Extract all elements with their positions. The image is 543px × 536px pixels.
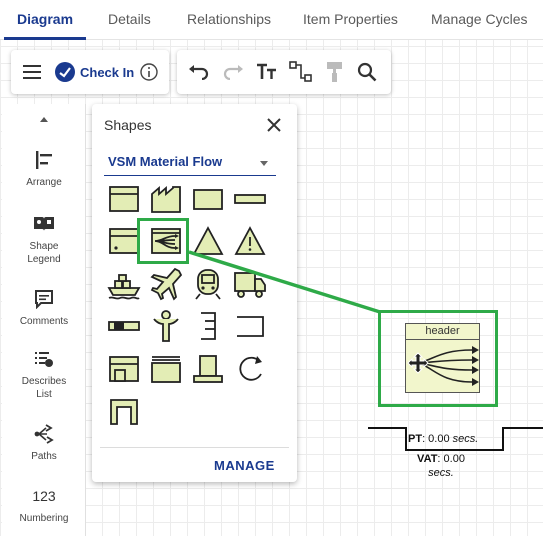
edit-toolbar (177, 50, 391, 94)
operator-icon (153, 310, 179, 342)
process-time-label: PT: 0.00 secs. (408, 433, 479, 445)
move-cursor-icon (407, 352, 429, 374)
arrange-icon (2, 148, 86, 172)
tab-manage-cycles[interactable]: Manage Cycles (431, 11, 528, 27)
inventory-triangle-icon (192, 226, 224, 255)
sidebar-item-arrange[interactable]: Arrange (2, 148, 86, 189)
material-flow-icon (407, 346, 479, 386)
panel-divider (100, 447, 289, 448)
active-tab-indicator (4, 37, 86, 40)
redo-icon[interactable] (219, 58, 247, 86)
shape-factory[interactable] (149, 182, 183, 216)
tab-relationships[interactable]: Relationships (187, 11, 271, 27)
sidebar-item-comments[interactable]: Comments (2, 287, 86, 328)
text-format-icon[interactable] (253, 58, 281, 86)
shape-data-box[interactable] (107, 224, 141, 258)
comment-icon (2, 287, 86, 311)
selected-shape-highlight (137, 218, 189, 264)
stack-icon (151, 356, 181, 383)
sidebar-item-describes-list[interactable]: Describes List (2, 347, 86, 401)
shape-kanban-post[interactable] (107, 309, 141, 343)
shape-inventory-triangle[interactable] (191, 224, 225, 258)
book-icon (2, 212, 86, 236)
shape-ship[interactable] (107, 267, 141, 301)
tab-item-properties[interactable]: Item Properties (303, 11, 398, 27)
shape-train[interactable] (191, 267, 225, 301)
shape-inventory-warning[interactable] (233, 224, 267, 258)
gate-icon (110, 399, 138, 425)
data-box-icon (109, 228, 139, 254)
sidebar-item-shape-legend[interactable]: Shape Legend (2, 212, 86, 266)
list-icon (2, 347, 86, 371)
left-sidebar: Arrange Shape Legend Comments Describes … (2, 104, 86, 536)
info-icon[interactable] (135, 58, 163, 86)
hamburger-icon[interactable] (18, 58, 46, 86)
scroll-up-icon[interactable] (2, 110, 86, 128)
buffer-icon (237, 316, 264, 337)
undo-icon[interactable] (185, 58, 213, 86)
tab-bar: Diagram Details Relationships Item Prope… (0, 0, 543, 40)
sidebar-item-paths[interactable]: Paths (2, 422, 86, 463)
node-header[interactable]: header (406, 324, 479, 340)
material-flow-node[interactable]: header (405, 323, 480, 393)
shape-process-box[interactable] (107, 182, 141, 216)
shapes-panel-title: Shapes (104, 117, 152, 133)
shape-gate[interactable] (107, 394, 141, 428)
format-painter-icon[interactable] (321, 58, 349, 86)
shape-truck[interactable] (233, 267, 267, 301)
checkin-button[interactable]: Check In (80, 65, 134, 80)
shape-stack[interactable] (149, 352, 183, 386)
supermarket-icon (201, 312, 216, 340)
shape-library-select[interactable]: VSM Material Flow (104, 152, 276, 176)
process-box-icon (109, 186, 139, 212)
shape-pull-cycle[interactable] (233, 352, 267, 386)
truck-icon (234, 272, 266, 298)
shape-buffer[interactable] (233, 309, 267, 343)
pull-cycle-icon (239, 356, 262, 381)
shape-podium[interactable] (191, 352, 225, 386)
shape-bar[interactable] (233, 182, 267, 216)
main-toolbar: Check In (11, 50, 169, 94)
close-icon[interactable] (264, 115, 284, 135)
inventory-warning-icon (234, 226, 266, 255)
value-added-time-label: VAT: 0.00 secs. (417, 453, 465, 479)
bar-icon (234, 194, 266, 204)
ship-icon (107, 274, 141, 300)
search-icon[interactable] (353, 58, 381, 86)
paths-icon (2, 422, 86, 446)
shape-airplane[interactable] (149, 267, 183, 301)
shape-rectangle[interactable] (191, 182, 225, 216)
factory-icon (151, 186, 181, 213)
check-circle-icon[interactable] (51, 58, 79, 86)
kanban-post-icon (108, 321, 140, 331)
numbering-icon: 123 (32, 488, 56, 504)
manage-button[interactable]: MANAGE (214, 458, 275, 473)
rectangle-icon (193, 189, 223, 210)
shape-workstation[interactable] (107, 352, 141, 386)
tab-details[interactable]: Details (108, 11, 151, 27)
shape-supermarket[interactable] (191, 309, 225, 343)
shape-operator[interactable] (149, 309, 183, 343)
sidebar-item-numbering[interactable]: 123 Numbering (2, 484, 86, 525)
shapes-panel: Shapes VSM Material Flow MANAGE (92, 104, 297, 482)
chevron-down-icon (260, 161, 268, 166)
tab-diagram[interactable]: Diagram (17, 11, 73, 27)
airplane-icon (150, 267, 183, 301)
workstation-icon (109, 356, 139, 382)
connector-icon[interactable] (287, 58, 315, 86)
podium-icon (193, 355, 223, 383)
train-icon (195, 269, 221, 300)
